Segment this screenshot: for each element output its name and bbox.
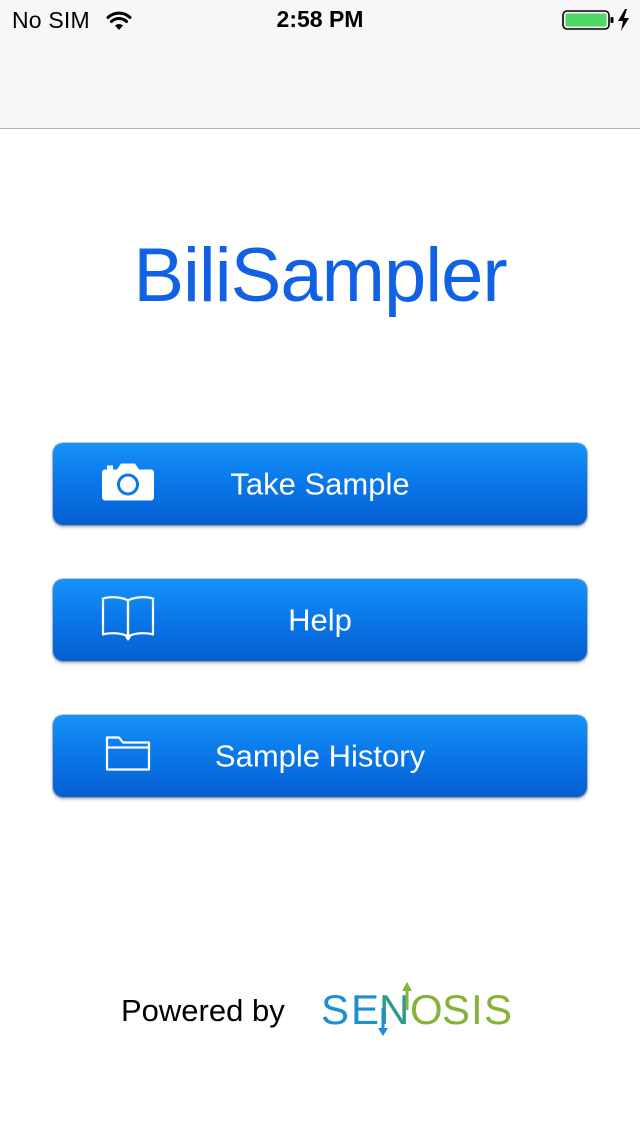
status-bar: No SIM 2:58 PM (0, 0, 640, 40)
battery-icon (562, 9, 629, 31)
help-label: Help (288, 602, 352, 638)
svg-text:O: O (410, 986, 443, 1033)
app-title: BiliSampler (133, 233, 507, 318)
take-sample-button[interactable]: Take Sample (53, 443, 587, 525)
svg-text:I: I (471, 986, 483, 1033)
senosis-logo: S E N O S I S (321, 982, 512, 1036)
sample-history-label: Sample History (214, 738, 426, 774)
status-time: 2:58 PM (276, 6, 364, 32)
take-sample-label: Take Sample (230, 466, 410, 502)
svg-text:S: S (321, 986, 349, 1033)
sample-history-button[interactable]: Sample History (53, 715, 587, 797)
help-button[interactable]: Help (53, 579, 587, 661)
navigation-bar: No SIM 2:58 PM (0, 0, 640, 129)
svg-text:E: E (351, 986, 379, 1033)
svg-text:S: S (484, 986, 512, 1033)
svg-text:S: S (442, 986, 470, 1033)
powered-by-label: Powered by (121, 993, 285, 1028)
